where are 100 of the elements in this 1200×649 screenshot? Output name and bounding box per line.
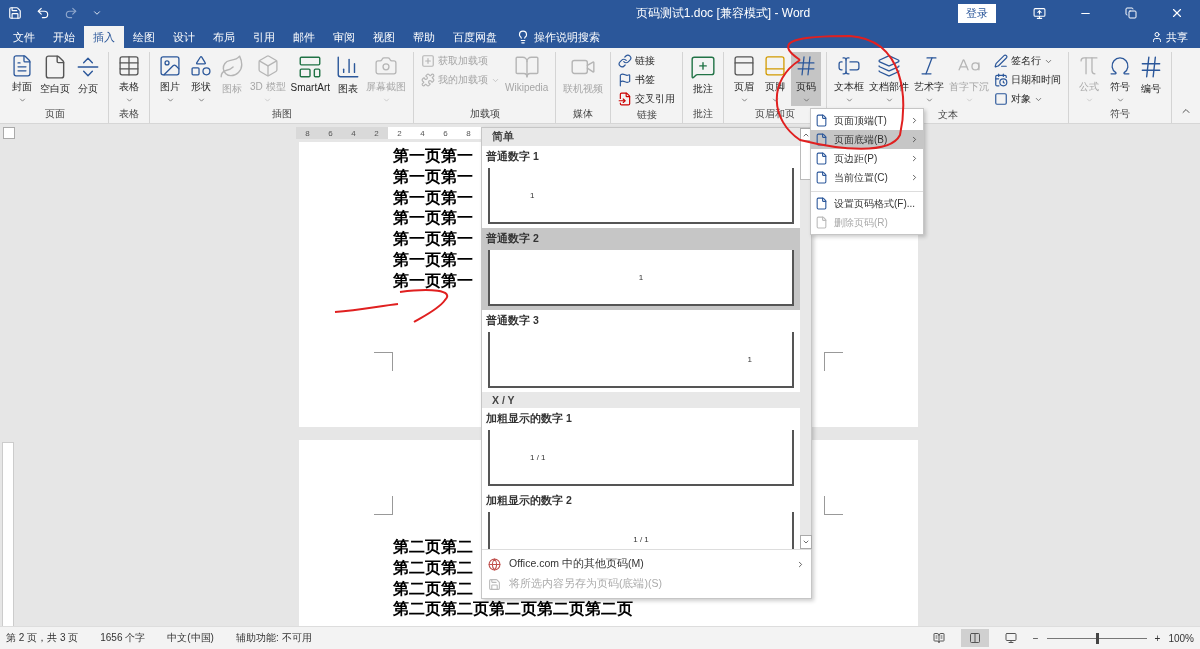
- ribbon-button[interactable]: 图片: [155, 52, 185, 106]
- book-icon: [513, 54, 540, 80]
- close-icon[interactable]: [1170, 6, 1184, 20]
- ribbon-button[interactable]: 艺术字: [912, 52, 947, 106]
- ribbon-button[interactable]: 封面: [7, 52, 37, 106]
- slider-thumb[interactable]: [1095, 632, 1099, 644]
- ruler-number: 2: [374, 128, 379, 138]
- menu-item[interactable]: 当前位置(C): [811, 168, 923, 187]
- ribbon-button[interactable]: 对象: [992, 90, 1064, 108]
- save-icon: [488, 577, 501, 591]
- tell-me-search[interactable]: 操作说明搜索: [534, 26, 600, 48]
- table-icon: [116, 54, 142, 78]
- ribbon-tab[interactable]: 视图: [364, 26, 404, 48]
- menu-item[interactable]: 页边距(P): [811, 149, 923, 168]
- ribbon-button[interactable]: 签名行: [992, 52, 1064, 70]
- zoom-percent[interactable]: 100%: [1168, 632, 1194, 644]
- ribbon-button[interactable]: 文本框: [832, 52, 867, 106]
- group-label: 批注: [693, 107, 714, 121]
- ribbon-tab[interactable]: 文件: [4, 26, 44, 48]
- ribbon-tab[interactable]: 帮助: [404, 26, 444, 48]
- customize-icon[interactable]: [92, 8, 102, 18]
- page-icon: [815, 133, 828, 146]
- ribbon-button[interactable]: 书签: [616, 71, 678, 89]
- ribbon-tab[interactable]: 邮件: [284, 26, 324, 48]
- comment-icon: [690, 54, 717, 80]
- group-label: 符号: [1110, 107, 1131, 121]
- ribbon-button[interactable]: 编号: [1136, 52, 1167, 106]
- caret-icon: [196, 95, 206, 104]
- caret-icon: [1115, 95, 1125, 104]
- save-icon[interactable]: [8, 6, 22, 20]
- page-icon: [815, 197, 828, 210]
- bar-chart-icon: [335, 54, 361, 80]
- group-label: 表格: [119, 107, 139, 121]
- window-title: 页码测试1.doc [兼容模式] - Word: [634, 4, 812, 22]
- caret-icon: [844, 95, 854, 104]
- ruler-number: 8: [305, 128, 310, 138]
- zoom-in-button[interactable]: +: [1154, 632, 1161, 644]
- redo-icon[interactable]: [64, 6, 78, 20]
- ribbon-tab[interactable]: 绘图: [124, 26, 164, 48]
- menu-item[interactable]: 设置页码格式(F)...: [811, 191, 923, 213]
- group-label: 加载项: [469, 107, 500, 121]
- caret-icon: [17, 95, 27, 104]
- ribbon-tab[interactable]: 引用: [244, 26, 284, 48]
- ribbon-button[interactable]: 批注: [688, 52, 719, 106]
- add-square-icon: [421, 54, 435, 68]
- preview-number: 1: [530, 190, 535, 200]
- preview-number: 1 / 1: [530, 452, 546, 462]
- ribbon-button[interactable]: 链接: [616, 52, 678, 70]
- calendar-icon: [994, 73, 1009, 87]
- ribbon-tab[interactable]: 布局: [204, 26, 244, 48]
- page-icon: [815, 114, 828, 127]
- ribbon-tab[interactable]: 开始: [44, 26, 84, 48]
- login-button[interactable]: 登录: [958, 3, 996, 23]
- ribbon-button[interactable]: 空白页: [38, 52, 72, 106]
- ribbon-button[interactable]: 页眉: [729, 52, 760, 106]
- scroll-thumb[interactable]: [799, 140, 811, 180]
- ribbon-button[interactable]: 分页: [73, 52, 103, 106]
- body-text: 第一页第一: [392, 229, 473, 250]
- gallery-item[interactable]: 普通数字 2 1: [482, 228, 800, 310]
- ribbon-button[interactable]: 形状: [186, 52, 216, 106]
- status-text: 第 2 页，共 3 页: [6, 631, 79, 645]
- caret-icon: [884, 95, 894, 104]
- page-icon: [815, 216, 828, 229]
- ribbon-tab[interactable]: 审阅: [324, 26, 364, 48]
- view-button[interactable]: [960, 629, 989, 647]
- ribbon-button[interactable]: 交叉引用: [616, 90, 678, 108]
- ribbon-button[interactable]: 符号: [1105, 52, 1136, 106]
- ribbon-tab[interactable]: 设计: [164, 26, 204, 48]
- caret-icon: [924, 95, 934, 104]
- cross-reference-icon: [618, 92, 633, 106]
- ribbon-button[interactable]: 图表: [333, 52, 363, 106]
- ribbon-button[interactable]: 日期和时间: [992, 71, 1064, 89]
- share-button[interactable]: 共享: [1151, 26, 1200, 48]
- caret-icon: [801, 95, 811, 104]
- body-text: 第一页第一: [392, 146, 473, 167]
- preview-number: 1 / 1: [633, 534, 649, 544]
- crop-mark: [823, 496, 843, 515]
- ribbon-tab[interactable]: 百度网盘: [444, 26, 506, 48]
- ribbon-button[interactable]: SmartArt: [288, 52, 332, 106]
- body-text: 第二页第二: [392, 537, 473, 558]
- flag-icon: [618, 73, 633, 87]
- gallery-item-label: 加粗显示的数字 1: [486, 412, 573, 426]
- menu-item[interactable]: 页面顶端(T): [811, 111, 923, 130]
- ribbon-button[interactable]: 表格: [114, 52, 144, 106]
- undo-icon[interactable]: [36, 6, 50, 20]
- section-heading: X / Y: [482, 392, 800, 408]
- restore-icon[interactable]: [1125, 7, 1137, 19]
- ribbon-tab[interactable]: 插入: [84, 26, 124, 48]
- crop-mark: [373, 496, 393, 515]
- menu-item[interactable]: 页面底端(B): [811, 130, 923, 149]
- menu-item[interactable]: Office.com 中的其他页码(M): [482, 554, 811, 574]
- ruler-number: 8: [466, 128, 471, 138]
- status-text: 辅助功能: 不可用: [235, 631, 312, 645]
- caret-icon: [739, 95, 749, 104]
- status-text: 1656 个字: [100, 631, 146, 645]
- scrollbar[interactable]: [800, 128, 811, 549]
- zoom-out-button[interactable]: −: [1032, 632, 1039, 644]
- ribbon-button[interactable]: 页码: [791, 52, 822, 106]
- gallery-item-label: 加粗显示的数字 2: [486, 494, 573, 508]
- ribbon-display-icon[interactable]: [1032, 6, 1046, 20]
